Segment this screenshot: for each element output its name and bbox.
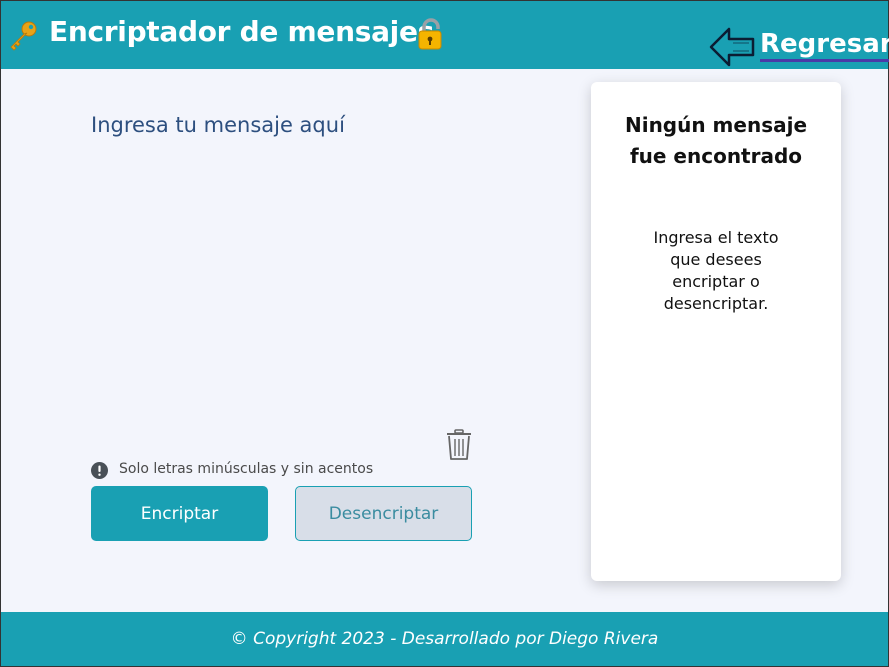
app-title: Encriptador de mensajes (49, 15, 435, 48)
result-text: Ingresa el texto que desees encriptar o … (653, 228, 779, 313)
result-panel: Ningún mensaje fue encontrado Ingresa el… (591, 82, 841, 581)
back-link[interactable]: Regresar (709, 23, 889, 69)
hint-text: Solo letras minúsculas y sin acentos (119, 461, 374, 477)
back-link-label: Regresar (760, 29, 889, 62)
back-arrow-icon (709, 27, 755, 67)
header-bar: Encriptador de mensajes Regresar (1, 1, 889, 69)
decrypt-button[interactable]: Desencriptar (295, 486, 472, 541)
footer-bar: © Copyright 2023 - Desarrollado por Dieg… (1, 612, 888, 666)
copyright-text: © Copyright 2023 - Desarrollado por Dieg… (230, 629, 659, 649)
trash-icon[interactable] (446, 429, 472, 461)
encrypt-button[interactable]: Encriptar (91, 486, 268, 541)
info-icon (91, 462, 108, 479)
message-input[interactable] (91, 113, 511, 413)
result-title: Ningún mensaje fue encontrado (624, 113, 808, 168)
lock-icon (418, 18, 442, 50)
key-icon (10, 21, 37, 51)
app-window: Encriptador de mensajes Regresar Ingresa… (0, 0, 889, 667)
